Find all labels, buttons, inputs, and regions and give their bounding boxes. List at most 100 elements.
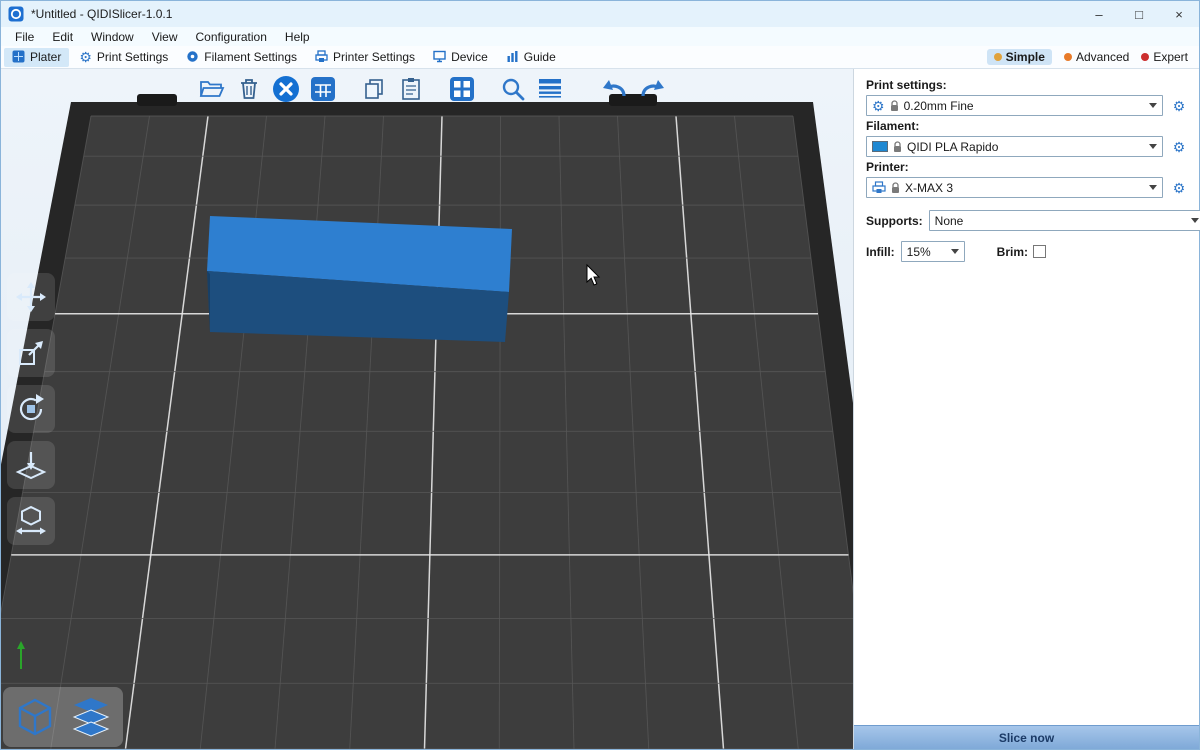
mode-label: Expert [1153, 50, 1188, 64]
undo-icon [601, 77, 629, 101]
sidebar: Print settings: ⚙ 0.20mm Fine ⚙ Filament… [853, 69, 1199, 749]
minimize-button[interactable]: – [1079, 1, 1119, 27]
paste-icon [400, 77, 422, 101]
menu-edit[interactable]: Edit [43, 30, 82, 44]
close-button[interactable]: × [1159, 1, 1199, 27]
simple-mode-dot-icon [994, 53, 1002, 61]
tabbar: Plater ⚙ Print Settings Filament Setting… [1, 46, 1199, 69]
filament-combo[interactable]: QIDI PLA Rapido [866, 136, 1163, 157]
tab-label: Printer Settings [333, 50, 415, 64]
tab-guide[interactable]: Guide [498, 48, 564, 67]
place-on-face-gizmo-button[interactable] [7, 441, 55, 489]
3d-viewport[interactable] [1, 69, 853, 749]
infill-label: Infill: [866, 245, 895, 259]
chevron-down-icon [1191, 218, 1199, 223]
maximize-button[interactable]: □ [1119, 1, 1159, 27]
mode-expert[interactable]: Expert [1141, 50, 1188, 64]
supports-label: Supports: [866, 214, 923, 228]
undo-button[interactable] [600, 74, 630, 104]
mode-label: Advanced [1076, 50, 1129, 64]
copy-icon [363, 78, 385, 100]
redo-icon [638, 77, 666, 101]
arrange-button[interactable] [308, 74, 338, 104]
scale-gizmo-button[interactable] [7, 329, 55, 377]
profile-gear-icon: ⚙ [872, 99, 885, 113]
print-settings-tab-icon: ⚙ [79, 50, 92, 64]
main-area: Print settings: ⚙ 0.20mm Fine ⚙ Filament… [1, 69, 1199, 749]
rotate-gizmo-button[interactable] [7, 385, 55, 433]
tab-label: Guide [524, 50, 556, 64]
menu-view[interactable]: View [143, 30, 187, 44]
3d-cube-icon [14, 696, 56, 738]
layer-height-icon [537, 78, 563, 100]
tab-printer-settings[interactable]: Printer Settings [307, 48, 423, 67]
sliced-layers-icon [68, 696, 114, 738]
tab-print-settings[interactable]: ⚙ Print Settings [71, 48, 176, 67]
lock-icon [890, 100, 899, 112]
print-settings-gear-button[interactable]: ⚙ [1169, 99, 1189, 113]
search-button[interactable] [498, 74, 528, 104]
move-icon [15, 281, 47, 313]
expert-mode-dot-icon [1141, 53, 1149, 61]
advanced-mode-dot-icon [1064, 53, 1072, 61]
variable-layer-height-button[interactable] [535, 74, 565, 104]
menu-configuration[interactable]: Configuration [187, 30, 276, 44]
supports-value: None [935, 214, 1186, 228]
brim-label: Brim: [997, 245, 1028, 259]
menu-help[interactable]: Help [276, 30, 319, 44]
copy-button[interactable] [359, 74, 389, 104]
filament-color-swatch [872, 141, 888, 152]
tab-plater[interactable]: Plater [4, 48, 69, 67]
device-tab-icon [433, 50, 446, 63]
tab-label: Plater [30, 50, 61, 64]
print-settings-combo[interactable]: ⚙ 0.20mm Fine [866, 95, 1163, 116]
brim-checkbox[interactable] [1033, 245, 1046, 258]
window-controls: – □ × [1079, 1, 1199, 27]
printer-settings-tab-icon [315, 50, 328, 63]
mode-advanced[interactable]: Advanced [1064, 50, 1129, 64]
app-window: *Untitled - QIDISlicer-1.0.1 – □ × File … [0, 0, 1200, 750]
chevron-down-icon [951, 249, 959, 254]
gizmo-toolbar [7, 273, 55, 545]
infill-value: 15% [907, 245, 946, 259]
printer-icon [872, 181, 886, 194]
open-button[interactable] [197, 74, 227, 104]
move-gizmo-button[interactable] [7, 273, 55, 321]
arrange-icon [310, 76, 336, 102]
tab-filament-settings[interactable]: Filament Settings [178, 48, 305, 67]
printer-gear-button[interactable]: ⚙ [1169, 181, 1189, 195]
supports-combo[interactable]: None [929, 210, 1200, 231]
paste-button[interactable] [396, 74, 426, 104]
mode-label: Simple [1006, 50, 1045, 64]
print-settings-label: Print settings: [866, 78, 1189, 92]
filament-label: Filament: [866, 119, 1189, 133]
slice-now-button[interactable]: Slice now [854, 725, 1199, 749]
3d-scene[interactable] [1, 69, 853, 749]
menu-window[interactable]: Window [82, 30, 143, 44]
chevron-down-icon [1149, 185, 1157, 190]
mode-switcher: Simple Advanced Expert [987, 49, 1196, 65]
delete-button[interactable] [234, 74, 264, 104]
plater-tab-icon [12, 50, 25, 63]
mode-simple[interactable]: Simple [987, 49, 1052, 65]
model-object[interactable] [207, 216, 512, 342]
rotate-icon [15, 393, 47, 425]
printer-combo[interactable]: X-MAX 3 [866, 177, 1163, 198]
preview-layers-button[interactable] [66, 692, 116, 742]
split-objects-icon [449, 76, 475, 102]
delete-all-button[interactable] [271, 74, 301, 104]
filament-settings-tab-icon [186, 50, 199, 63]
infill-combo[interactable]: 15% [901, 241, 965, 262]
menu-file[interactable]: File [6, 30, 43, 44]
editor-view-button[interactable] [10, 692, 60, 742]
chevron-down-icon [1149, 103, 1157, 108]
open-folder-icon [199, 78, 225, 100]
redo-button[interactable] [637, 74, 667, 104]
lock-icon [891, 182, 900, 194]
tab-device[interactable]: Device [425, 48, 496, 67]
split-to-objects-button[interactable] [447, 74, 477, 104]
menubar: File Edit Window View Configuration Help [1, 27, 1199, 46]
search-icon [500, 76, 526, 102]
filament-gear-button[interactable]: ⚙ [1169, 140, 1189, 154]
cut-gizmo-button[interactable] [7, 497, 55, 545]
